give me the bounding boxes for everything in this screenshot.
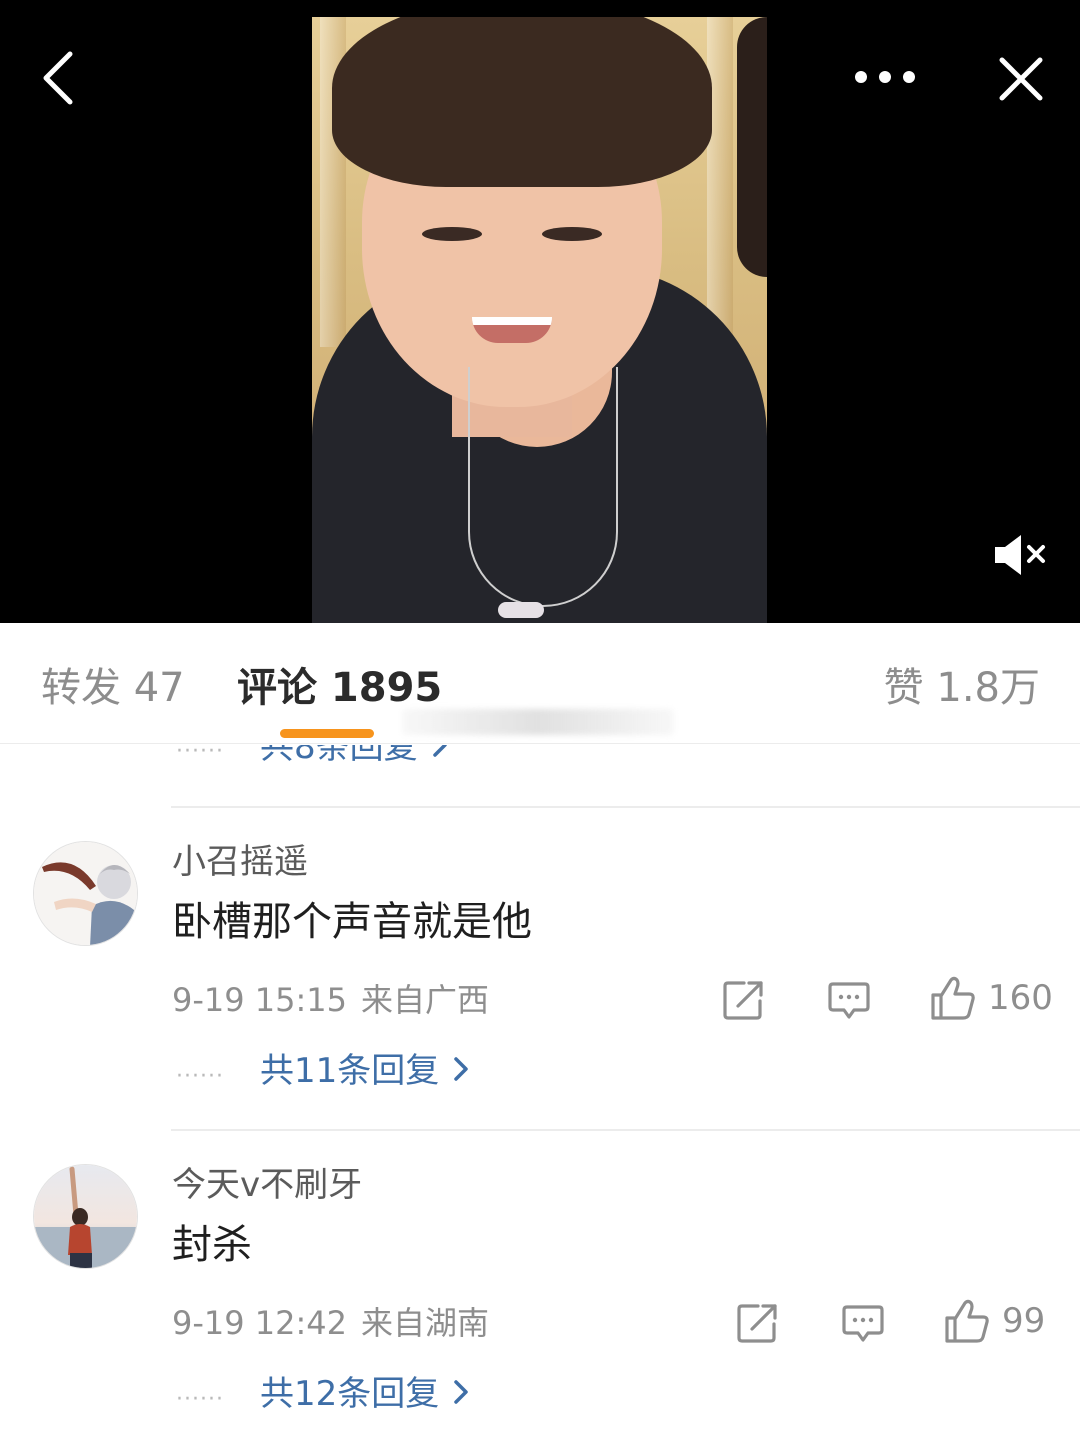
close-icon <box>999 57 1043 101</box>
comment-divider <box>171 1129 1080 1131</box>
view-replies-link[interactable]: 共8条回复 <box>260 745 448 769</box>
comment-username[interactable]: 小召摇遥 <box>172 840 308 884</box>
necklace <box>468 367 618 607</box>
comment-date: 9-19 12:42 <box>172 1304 348 1342</box>
comment-list[interactable]: ······ 共8条回复 小召摇遥 卧槽那个声音就是他 9-19 15:15 来自… <box>0 745 1080 1434</box>
like-count: 99 <box>1002 1301 1046 1341</box>
wall-panel <box>707 17 733 347</box>
comment-location: 来自广西 <box>361 981 490 1019</box>
reply-dots: ······ <box>176 1064 224 1089</box>
comment-text: 卧槽那个声音就是他 <box>172 899 532 945</box>
reply-dots: ······ <box>176 745 224 764</box>
comment-date: 9-19 15:15 <box>172 981 348 1019</box>
like-icon <box>945 1299 989 1343</box>
comment-meta: 9-19 15:15 来自广西 <box>172 980 489 1020</box>
reply-button[interactable] <box>828 981 870 1021</box>
tab-comment[interactable]: 评论 1895 <box>237 663 442 713</box>
mute-icon <box>995 535 1045 575</box>
reply-button[interactable] <box>842 1304 884 1344</box>
tab-repost[interactable]: 转发 47 <box>41 663 185 713</box>
back-icon <box>43 51 73 105</box>
avatar[interactable] <box>33 841 138 946</box>
mouth <box>472 317 552 343</box>
chevron-right-icon <box>453 1372 469 1416</box>
share-button[interactable] <box>722 979 766 1021</box>
comment-text: 封杀 <box>172 1222 252 1268</box>
more-icon <box>855 71 915 83</box>
comment-username[interactable]: 今天v不刷牙 <box>172 1163 362 1207</box>
replies-label: 共11条回复 <box>260 1051 440 1091</box>
back-button[interactable] <box>28 48 88 108</box>
person-hair <box>332 17 712 187</box>
close-button[interactable] <box>992 50 1050 108</box>
tab-like[interactable]: 赞 1.8万 <box>884 663 1040 713</box>
necklace-pendant <box>498 602 544 618</box>
view-replies-link[interactable]: 共12条回复 <box>260 1372 469 1416</box>
comment-icon <box>828 982 870 1019</box>
chevron-right-icon <box>432 745 448 769</box>
comment-meta: 9-19 12:42 来自湖南 <box>172 1303 489 1343</box>
comment-icon <box>842 1305 884 1342</box>
avatar[interactable] <box>33 1164 138 1269</box>
second-person-hair <box>737 17 767 277</box>
eye <box>542 227 602 241</box>
like-button[interactable]: 160 <box>930 975 1053 1021</box>
replies-label: 共8条回复 <box>260 745 418 767</box>
blurred-overlay <box>402 709 674 735</box>
like-icon <box>931 976 975 1020</box>
active-tab-indicator <box>280 729 374 738</box>
share-button[interactable] <box>736 1302 780 1344</box>
reply-dots: ······ <box>176 1387 224 1412</box>
share-icon <box>723 981 763 1020</box>
share-icon <box>737 1304 777 1343</box>
mute-toggle[interactable] <box>988 530 1050 580</box>
like-count: 160 <box>988 978 1053 1018</box>
video-player[interactable] <box>0 0 1080 623</box>
more-button[interactable] <box>848 52 922 102</box>
like-button[interactable]: 99 <box>944 1298 1045 1344</box>
comment-location: 来自湖南 <box>361 1304 490 1342</box>
replies-label: 共12条回复 <box>260 1374 440 1414</box>
eye <box>422 227 482 241</box>
comment-divider <box>171 806 1080 808</box>
view-replies-link[interactable]: 共11条回复 <box>260 1049 469 1093</box>
tab-bar: 转发 47 评论 1895 赞 1.8万 <box>0 623 1080 744</box>
chevron-right-icon <box>453 1049 469 1093</box>
video-frame[interactable] <box>312 17 767 623</box>
